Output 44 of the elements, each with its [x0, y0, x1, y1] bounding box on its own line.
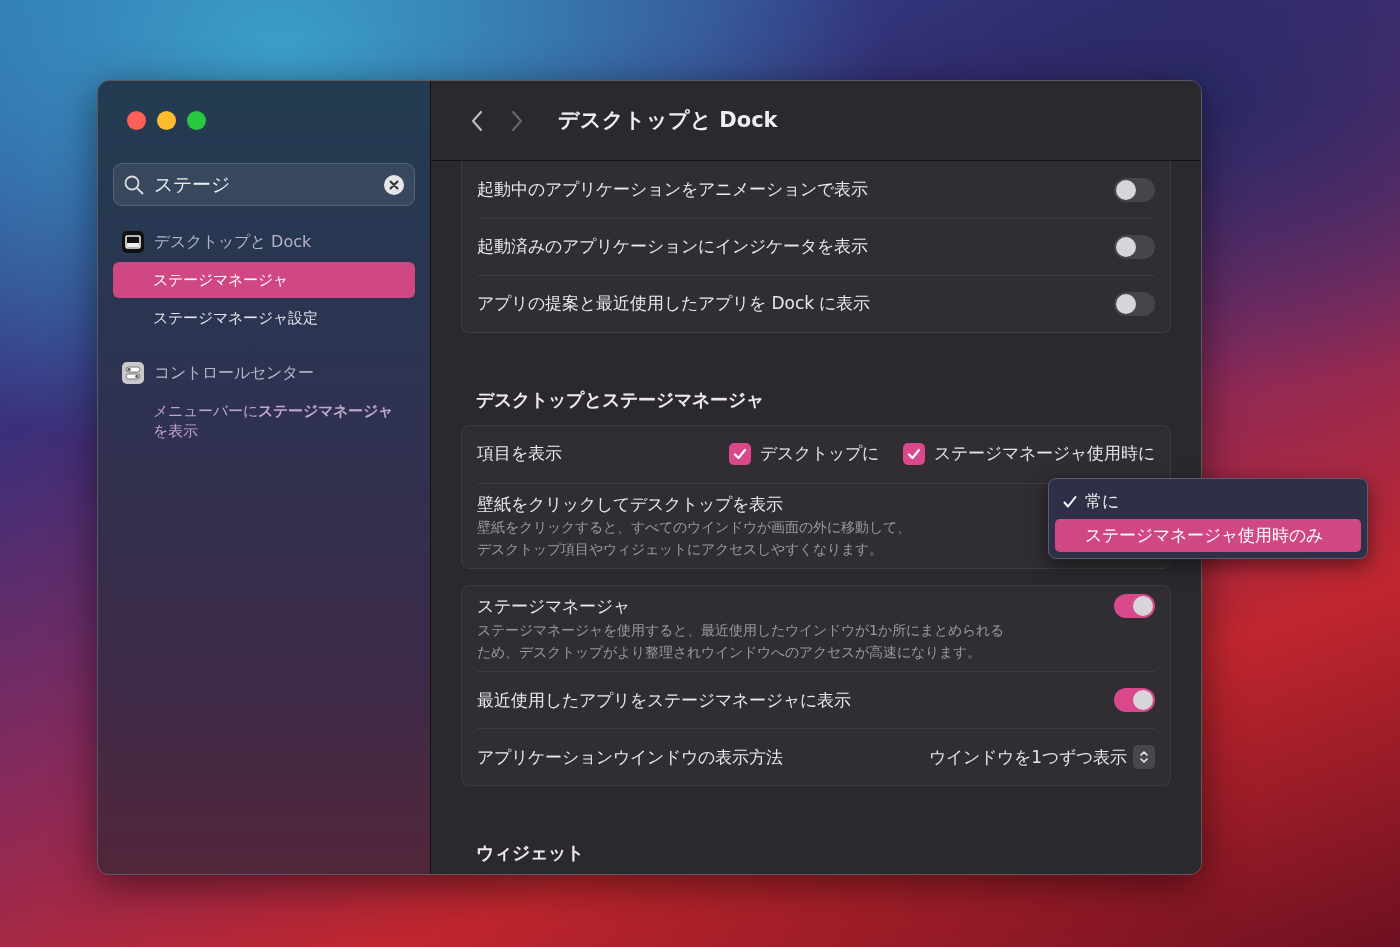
stepper-icon: [1133, 745, 1155, 770]
checkmark-icon: [1063, 494, 1077, 509]
chevron-left-icon: [470, 108, 484, 133]
chevron-right-icon: [510, 108, 524, 133]
checkbox-label[interactable]: ステージマネージャ使用時に: [934, 441, 1155, 467]
toggles-icon: [122, 361, 144, 384]
setting-label: アプリの提案と最近使用したアプリを Dock に表示: [477, 292, 871, 316]
setting-description: ステージマネージャを使用すると、最近使用したウインドウが1か所にまとめられるため、デスクトップがより整理されウインドウへのアクセスが高速になります。: [477, 620, 1005, 662]
sidebar-item[interactable]: ステージマネージャ設定: [113, 300, 415, 337]
dock-icon: [122, 231, 144, 253]
section-heading: デスクトップとステージマネージャ: [475, 388, 765, 412]
setting-label: 最近使用したアプリをステージマネージャに表示: [477, 688, 851, 712]
checkbox-label[interactable]: デスクトップに: [760, 441, 879, 467]
zoom-button[interactable]: [187, 111, 206, 130]
sidebar-item[interactable]: メニューバーにステージマネージャを表示: [113, 392, 415, 449]
setting-label: アプリケーションウインドウの表示方法: [477, 745, 783, 769]
setting-label: ステージマネージャ: [477, 595, 631, 619]
checkbox[interactable]: [903, 443, 925, 466]
checkmark-icon: [733, 447, 747, 462]
toggle-switch[interactable]: [1114, 292, 1155, 316]
setting-label: 項目を表示: [477, 442, 562, 466]
sidebar-section-label[interactable]: デスクトップと Dock: [154, 230, 312, 254]
toggle-switch[interactable]: [1114, 235, 1155, 259]
clear-button[interactable]: [384, 174, 404, 195]
close-button[interactable]: [127, 111, 146, 130]
menu-item[interactable]: ステージマネージャ使用時のみ: [1055, 518, 1361, 552]
toggle-switch[interactable]: [1114, 688, 1155, 713]
setting-label: 壁紙をクリックしてデスクトップを表示: [477, 492, 784, 516]
menu-item[interactable]: 常に: [1055, 485, 1361, 519]
sidebar-item[interactable]: ステージマネージャ: [113, 262, 415, 299]
setting-label: 起動済みのアプリケーションにインジケータを表示: [477, 235, 868, 259]
sidebar-section-label[interactable]: コントロールセンター: [154, 360, 314, 385]
section-heading: ウィジェット: [475, 841, 585, 866]
toggle-switch[interactable]: [1114, 594, 1155, 619]
popup-button[interactable]: ウインドウを1つずつ表示: [929, 744, 1155, 771]
checkbox[interactable]: [729, 443, 751, 466]
toggle-switch[interactable]: [1114, 177, 1155, 202]
window-title: デスクトップと Dock: [558, 107, 778, 134]
setting-description: 壁紙をクリックすると、すべてのウインドウが画面の外に移動して、デスクトップ項目やウィジェットにアクセスしやすくなります。: [477, 518, 912, 559]
minimize-button[interactable]: [157, 111, 176, 130]
search-field[interactable]: ステージ: [113, 163, 415, 206]
search-icon: [124, 174, 144, 195]
setting-label: 起動中のアプリケーションをアニメーションで表示: [477, 177, 868, 201]
checkmark-icon: [907, 447, 921, 462]
